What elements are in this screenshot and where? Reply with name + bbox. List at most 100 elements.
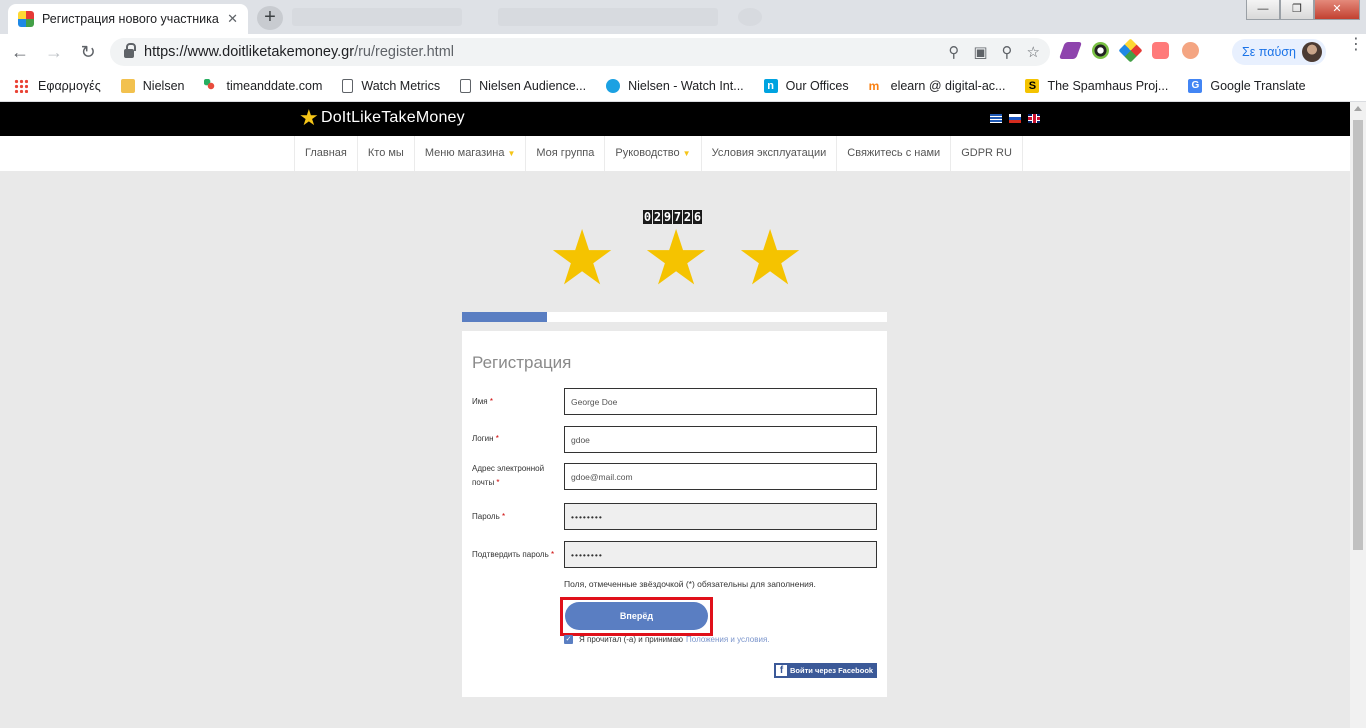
nav-item-terms[interactable]: Условия эксплуатации bbox=[700, 136, 837, 171]
login-field[interactable] bbox=[564, 426, 877, 453]
folder-icon bbox=[120, 78, 135, 93]
nav-item-about[interactable]: Кто мы bbox=[356, 136, 414, 171]
web-extension-icon[interactable] bbox=[1182, 42, 1199, 59]
nielsen-icon bbox=[606, 78, 621, 93]
logo-star-icon: ★ bbox=[299, 105, 319, 130]
nav-item-shop-menu[interactable]: Меню магазина ▼ bbox=[413, 136, 526, 171]
site-header: ★ DoItLikeTakeMoney bbox=[0, 102, 1350, 136]
scroll-up-icon[interactable] bbox=[1354, 106, 1362, 111]
email-field[interactable] bbox=[564, 463, 877, 490]
required-fields-note: Поля, отмеченные звёздочкой (*) обязател… bbox=[564, 579, 816, 589]
terms-link[interactable]: Положения и условия. bbox=[686, 635, 769, 644]
back-arrow-icon[interactable]: ← bbox=[6, 42, 34, 63]
email-label: Адрес электронной почты * bbox=[472, 464, 545, 487]
browser-toolbar: ← → ↻ https://www.doitliketakemoney.gr/r… bbox=[0, 34, 1366, 70]
google-translate-icon: G bbox=[1188, 78, 1203, 93]
main-nav: Главная Кто мы Меню магазина ▼ Моя группа… bbox=[0, 136, 1350, 171]
russian-flag-icon[interactable] bbox=[1009, 114, 1021, 123]
page-icon bbox=[460, 78, 472, 93]
page-icon bbox=[342, 78, 354, 93]
confirm-password-label: Подтвердить пароль * bbox=[472, 550, 555, 559]
color-picker-extension-icon[interactable] bbox=[1092, 42, 1109, 59]
nav-item-gdpr[interactable]: GDPR RU bbox=[950, 136, 1023, 171]
n-logo-icon: n bbox=[763, 78, 778, 93]
nav-item-home[interactable]: Главная bbox=[294, 136, 357, 171]
close-window-button[interactable]: ✕ bbox=[1314, 0, 1360, 20]
bookmark-item[interactable]: n Our Offices bbox=[763, 78, 849, 93]
scrollbar-thumb[interactable] bbox=[1353, 120, 1363, 550]
forward-arrow-icon[interactable]: → bbox=[40, 42, 68, 63]
browser-tabstrip: Регистрация нового участника ✕ + — ❐ ✕ bbox=[0, 0, 1366, 34]
address-bar[interactable]: https://www.doitliketakemoney.gr/ru/regi… bbox=[110, 38, 1050, 66]
zoom-icon[interactable]: ⚲ bbox=[1002, 43, 1013, 61]
joomla-favicon-icon bbox=[18, 11, 34, 27]
bookmark-apps[interactable]: Εφαρμογές bbox=[14, 78, 101, 93]
new-tab-button[interactable]: + bbox=[257, 6, 283, 30]
facebook-login-button[interactable]: f Войти через Facebook bbox=[774, 663, 877, 678]
name-label: Имя * bbox=[472, 397, 493, 406]
spamhaus-icon: S bbox=[1025, 78, 1040, 93]
background-tab[interactable] bbox=[498, 8, 718, 26]
login-label: Логин * bbox=[472, 434, 499, 443]
nav-item-my-group[interactable]: Моя группа bbox=[525, 136, 604, 171]
browser-tab-active[interactable]: Регистрация нового участника ✕ bbox=[8, 4, 248, 34]
facebook-icon: f bbox=[776, 665, 787, 676]
star-icon: ★ bbox=[642, 216, 711, 301]
name-field[interactable] bbox=[564, 388, 877, 415]
form-title: Регистрация bbox=[472, 353, 572, 372]
bookmark-item[interactable]: Nielsen - Watch Int... bbox=[606, 78, 744, 93]
moodle-icon: m bbox=[868, 78, 880, 93]
profile-status: Σε παύση bbox=[1242, 45, 1296, 59]
bookmark-item[interactable]: G Google Translate bbox=[1188, 78, 1306, 93]
caret-down-icon: ▼ bbox=[682, 149, 691, 158]
tab-close-icon[interactable]: ✕ bbox=[227, 11, 238, 27]
confirm-password-field[interactable] bbox=[564, 541, 877, 568]
bookmark-item[interactable]: m elearn @ digital-ac... bbox=[869, 79, 1006, 93]
lock-icon bbox=[124, 43, 136, 58]
extensions bbox=[1058, 38, 1199, 63]
caret-down-icon: ▼ bbox=[507, 149, 516, 158]
video-extension-icon[interactable] bbox=[1152, 42, 1169, 59]
tab-title: Регистрация нового участника bbox=[42, 12, 219, 26]
background-tab[interactable] bbox=[738, 8, 762, 26]
reload-icon[interactable]: ↻ bbox=[74, 42, 102, 63]
bookmark-item[interactable]: Nielsen Audience... bbox=[460, 78, 586, 93]
password-label: Пароль * bbox=[472, 512, 506, 521]
site-logo[interactable]: ★ DoItLikeTakeMoney bbox=[299, 105, 465, 130]
timeanddate-icon bbox=[204, 78, 219, 93]
menu-dots-icon[interactable]: ⋮ bbox=[1348, 37, 1364, 53]
key-icon[interactable]: ⚲ bbox=[948, 43, 959, 61]
page-scrollbar[interactable] bbox=[1350, 102, 1366, 728]
registration-form: Регистрация Имя * Логин * Адрес электрон… bbox=[462, 331, 887, 697]
registration-progress-bar bbox=[462, 312, 887, 322]
uk-flag-icon[interactable] bbox=[1028, 114, 1040, 123]
terms-row: ✓ Я прочитал (-а) и принимаю Положения и… bbox=[564, 635, 770, 644]
bookmark-star-icon[interactable]: ☆ bbox=[1027, 43, 1040, 61]
bookmarks-bar: Εφαρμογές Nielsen timeanddate.com Watch … bbox=[0, 70, 1366, 102]
minimize-button[interactable]: — bbox=[1246, 0, 1280, 20]
bookmark-item[interactable]: timeanddate.com bbox=[204, 78, 322, 93]
avatar bbox=[1301, 42, 1322, 62]
nav-item-contact[interactable]: Свяжитесь с нами bbox=[836, 136, 950, 171]
step-stars: ★ ★ ★ bbox=[548, 216, 805, 301]
apps-grid-icon bbox=[14, 78, 28, 93]
bookmark-item[interactable]: S The Spamhaus Proj... bbox=[1025, 78, 1168, 93]
star-icon: ★ bbox=[736, 216, 805, 301]
greek-flag-icon[interactable] bbox=[990, 114, 1002, 123]
nav-item-guide[interactable]: Руководство ▼ bbox=[604, 136, 700, 171]
bookmark-item[interactable]: Watch Metrics bbox=[342, 78, 440, 93]
feather-extension-icon[interactable] bbox=[1058, 42, 1083, 59]
profile-button[interactable]: Σε παύση bbox=[1232, 39, 1326, 65]
maximize-button[interactable]: ❐ bbox=[1280, 0, 1314, 20]
highlight-box bbox=[560, 597, 713, 636]
progress-fill bbox=[462, 312, 547, 322]
background-tab[interactable] bbox=[292, 8, 462, 26]
window-controls: — ❐ ✕ bbox=[1246, 0, 1360, 20]
colorful-extension-icon[interactable] bbox=[1118, 38, 1143, 63]
language-flags bbox=[990, 114, 1040, 123]
password-field[interactable] bbox=[564, 503, 877, 530]
bookmark-item[interactable]: Nielsen bbox=[120, 78, 184, 93]
terms-checkbox[interactable]: ✓ bbox=[564, 635, 573, 644]
translate-icon[interactable]: ▣ bbox=[973, 43, 987, 61]
star-icon: ★ bbox=[548, 216, 617, 301]
